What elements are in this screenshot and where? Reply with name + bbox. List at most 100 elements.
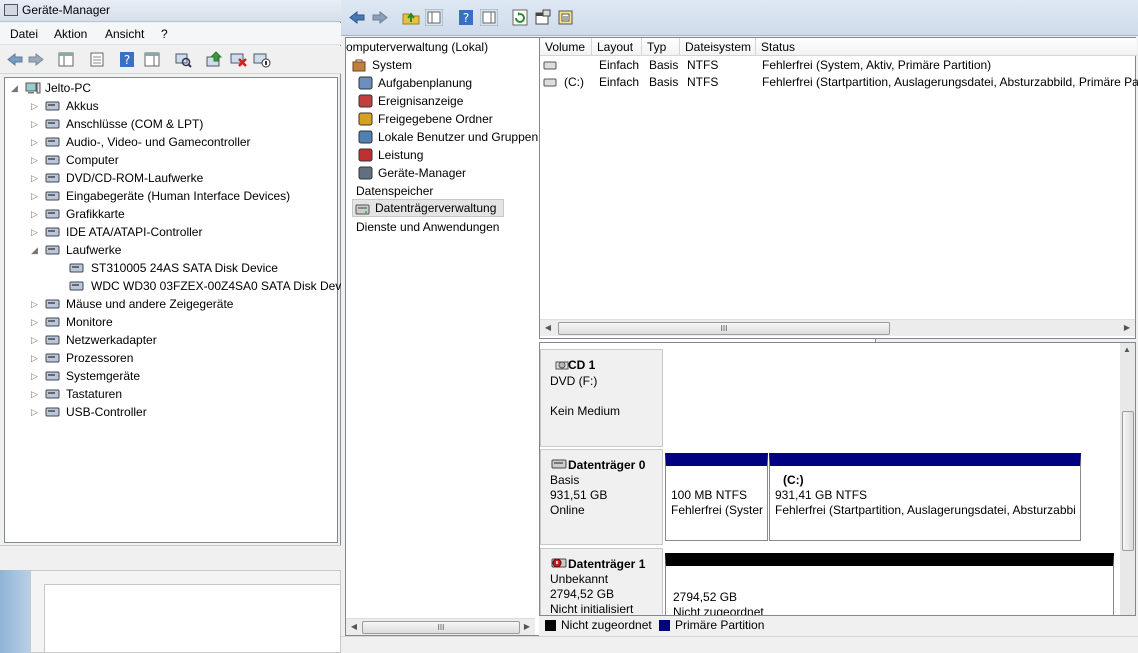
expand-arrow-icon[interactable]: ▷: [31, 205, 41, 223]
column-typ[interactable]: Typ: [642, 38, 680, 56]
table-row[interactable]: (C:) Einfach Basis NTFS Fehlerfrei (Startpar…: [540, 74, 1138, 91]
expand-arrow-icon[interactable]: ▷: [31, 385, 41, 403]
disk-label-cd[interactable]: CD 1 DVD (F:) Kein Medium: [540, 349, 663, 447]
properties-icon[interactable]: [534, 9, 552, 26]
console-tree-icon[interactable]: [57, 51, 75, 68]
partition-c[interactable]: (C:) 931,41 GB NTFS Fehlerfrei (Startpar…: [769, 453, 1081, 541]
cell-status: Fehlerfrei (Startpartition, Auslagerungs…: [762, 75, 1138, 89]
expand-arrow-icon[interactable]: ▷: [31, 97, 41, 115]
view-icon[interactable]: [143, 51, 161, 68]
cell-fs: NTFS: [687, 75, 719, 89]
partition-unallocated[interactable]: 2794,52 GB Nicht zugeordnet: [665, 553, 1114, 615]
scroll-left-arrow-icon[interactable]: ◀: [348, 621, 360, 633]
disk-vertical-scrollbar[interactable]: ▲: [1120, 343, 1135, 615]
collapse-arrow-icon[interactable]: ◢: [31, 241, 41, 259]
disk-label-1[interactable]: Datenträger 1 Unbekannt 2794,52 GB Nicht…: [540, 548, 663, 615]
nav-item-label: Geräte-Manager: [378, 166, 467, 180]
menu-ansicht[interactable]: Ansicht: [105, 27, 144, 41]
volume-horizontal-scrollbar[interactable]: ◀ III ▶: [540, 319, 1135, 336]
partition-status: Fehlerfrei (Syster: [671, 503, 764, 517]
view-icon[interactable]: [480, 9, 498, 26]
scroll-thumb[interactable]: [1122, 411, 1134, 551]
nav-item-label: Lokale Benutzer und Gruppen: [378, 130, 539, 144]
status-bar: [0, 545, 341, 570]
scroll-up-arrow-icon[interactable]: ▲: [1123, 345, 1131, 354]
column-status[interactable]: Status: [756, 38, 1137, 56]
menu-datei[interactable]: Datei: [10, 27, 38, 41]
title-bar[interactable]: Geräte-Manager: [0, 0, 341, 22]
console-tree-icon[interactable]: [425, 9, 443, 26]
expand-arrow-icon[interactable]: ▷: [31, 169, 41, 187]
expand-arrow-icon[interactable]: ▷: [31, 187, 41, 205]
column-dateisystem[interactable]: Dateisystem: [680, 38, 756, 56]
background-window-content: [44, 584, 341, 653]
expand-arrow-icon[interactable]: ▷: [31, 223, 41, 241]
uninstall-icon[interactable]: [230, 51, 248, 68]
properties-icon[interactable]: [88, 51, 106, 68]
device-manager-window: Geräte-Manager Datei Aktion Ansicht ? ? …: [0, 0, 357, 570]
scroll-right-arrow-icon[interactable]: ▶: [521, 621, 533, 633]
back-arrow-icon[interactable]: [348, 9, 366, 26]
export-list-icon[interactable]: [557, 9, 575, 26]
disk-size: 931,51 GB: [550, 488, 608, 502]
help-icon[interactable]: ?: [118, 51, 136, 68]
help-icon[interactable]: ?: [457, 9, 475, 26]
expand-arrow-icon[interactable]: ▷: [31, 367, 41, 385]
disable-device-icon[interactable]: [253, 51, 271, 68]
menu-help[interactable]: ?: [161, 27, 168, 41]
cell-status: Fehlerfrei (System, Aktiv, Primäre Parti…: [762, 58, 992, 72]
event-viewer-icon: [358, 94, 373, 108]
column-layout[interactable]: Layout: [592, 38, 642, 56]
task-scheduler-icon: [358, 76, 373, 90]
tree-node-label: Audio-, Video- und Gamecontroller: [66, 135, 251, 149]
cell-layout: Einfach: [599, 75, 640, 89]
collapse-arrow-icon[interactable]: ◢: [11, 79, 21, 97]
partition-system[interactable]: 100 MB NTFS Fehlerfrei (Syster: [665, 453, 768, 541]
nav-item-label: Freigegebene Ordner: [378, 112, 493, 126]
svg-text:?: ?: [463, 11, 469, 25]
local-users-icon: [358, 130, 373, 144]
tree-node-label: Eingabegeräte (Human Interface Devices): [66, 189, 291, 203]
forward-arrow-icon[interactable]: [371, 9, 389, 26]
expand-arrow-icon[interactable]: ▷: [31, 331, 41, 349]
menu-aktion[interactable]: Aktion: [54, 27, 87, 41]
expand-arrow-icon[interactable]: ▷: [31, 133, 41, 151]
scroll-left-arrow-icon[interactable]: ◀: [542, 322, 554, 334]
scroll-right-arrow-icon[interactable]: ▶: [1121, 322, 1133, 334]
expand-arrow-icon[interactable]: ▷: [31, 349, 41, 367]
refresh-icon[interactable]: [511, 9, 529, 26]
table-row[interactable]: Einfach Basis NTFS Fehlerfrei (System, Akti…: [540, 57, 1135, 74]
disk-size: 2794,52 GB: [550, 587, 615, 601]
expand-arrow-icon[interactable]: ▷: [31, 115, 41, 133]
legend-swatch-primary: [659, 620, 670, 631]
nav-item-label: Aufgabenplanung: [378, 76, 473, 90]
partition-size: 100 MB NTFS: [671, 488, 748, 502]
forward-arrow-icon[interactable]: [27, 51, 45, 68]
device-manager-icon: [358, 166, 373, 180]
tree-node-label: Tastaturen: [66, 387, 123, 401]
background-window-edge: [0, 570, 30, 653]
disk-icon: [45, 245, 60, 255]
column-volume[interactable]: Volume: [540, 38, 592, 56]
back-arrow-icon[interactable]: [6, 51, 24, 68]
nav-disk-management[interactable]: Datenträgerverwaltung: [352, 199, 504, 217]
scroll-thumb[interactable]: III: [362, 621, 520, 634]
nav-horizontal-scrollbar[interactable]: ◀ III ▶: [346, 618, 535, 635]
scroll-thumb[interactable]: III: [558, 322, 890, 335]
expand-arrow-icon[interactable]: ▷: [31, 313, 41, 331]
expand-arrow-icon[interactable]: ▷: [31, 151, 41, 169]
scan-hardware-icon[interactable]: [174, 51, 192, 68]
volume-icon: [543, 78, 557, 87]
cell-volume: (C:): [564, 75, 584, 89]
disk-label-0[interactable]: Datenträger 0 Basis 931,51 GB Online: [540, 449, 663, 545]
system-icon: [45, 371, 60, 381]
expand-arrow-icon[interactable]: ▷: [31, 295, 41, 313]
performance-icon: [358, 148, 373, 162]
monitor-icon: [45, 317, 60, 327]
cell-layout: Einfach: [599, 58, 640, 72]
update-driver-icon[interactable]: [205, 51, 223, 68]
tree-node-label: USB-Controller: [66, 405, 147, 419]
expand-arrow-icon[interactable]: ▷: [31, 403, 41, 421]
svg-text:?: ?: [124, 53, 130, 67]
up-folder-icon[interactable]: [402, 9, 420, 26]
